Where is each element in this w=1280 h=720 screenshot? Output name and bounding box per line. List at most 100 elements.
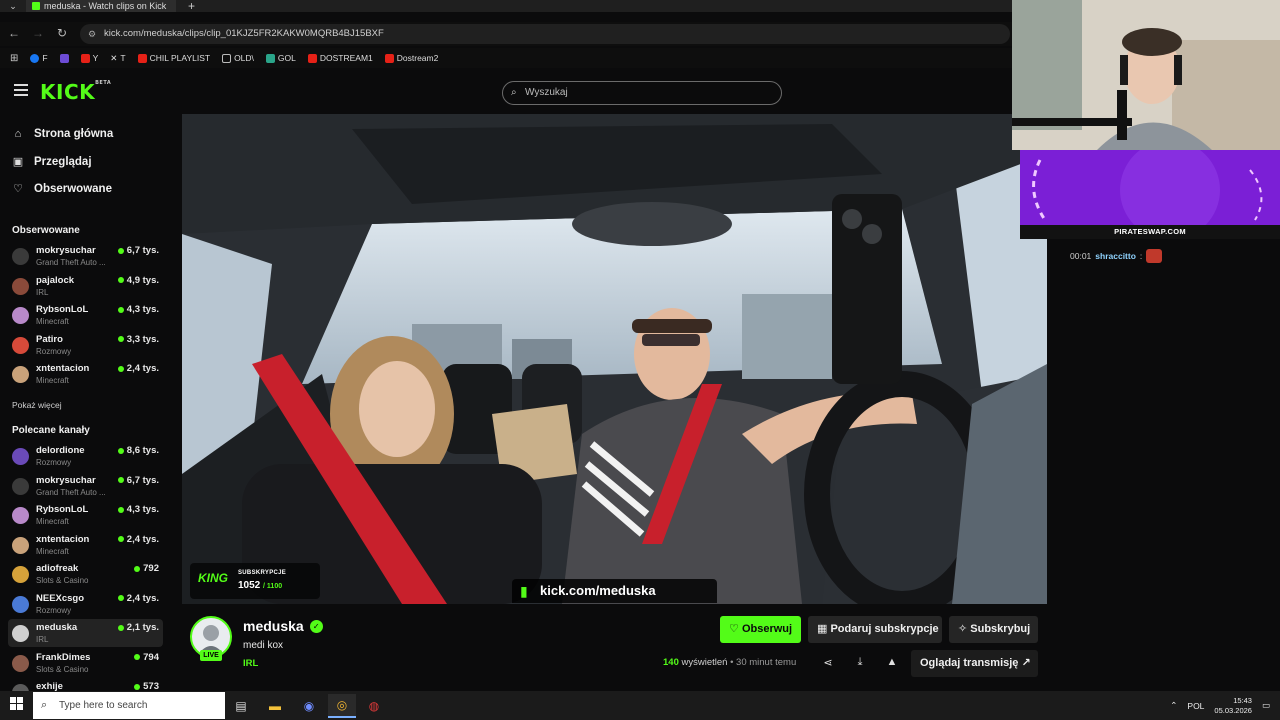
youtube-icon	[137, 53, 147, 63]
sidebar-channel-category: Grand Theft Auto ...	[36, 487, 106, 497]
tray-chevron-icon[interactable]: ⌃	[1170, 700, 1177, 711]
channel-name[interactable]: meduska ✓	[243, 618, 323, 634]
browser-tab-active[interactable]: meduska - Watch clips on Kick	[26, 0, 176, 12]
bookmark-item[interactable]: Dostream2	[384, 53, 438, 63]
promo-banner	[1020, 150, 1280, 225]
kick-k-icon: ▮	[520, 583, 528, 599]
bookmark-folder[interactable]: OLD\	[222, 53, 254, 63]
heart-icon: ♡	[13, 183, 23, 195]
sidebar-channel-name: RybsonLoL	[36, 504, 89, 515]
followed-section-title: Obserwowane	[12, 225, 80, 236]
watch-stream-button[interactable]: Oglądaj transmisję ↗	[911, 650, 1038, 677]
folder-icon	[222, 53, 232, 63]
youtube-icon	[384, 53, 394, 63]
download-icon[interactable]: ⤓	[853, 656, 867, 669]
sidebar: ⌂ Strona główna ▣ Przeglądaj ♡ Obserwowane …	[0, 114, 170, 692]
gift-icon: ▦	[817, 623, 828, 635]
king-logo: KING	[198, 571, 228, 585]
report-warning-icon[interactable]: ▲	[885, 656, 899, 668]
sidebar-channel-name: Patiro	[36, 333, 63, 345]
sidebar-channel-item[interactable]: FrankDimes Slots & Casino 794	[8, 649, 163, 677]
sidebar-channel-item[interactable]: mokrysuchar Grand Theft Auto ... 6,7 tys.	[8, 242, 163, 270]
system-tray: ⌃ POL 15:43 05.03.2026 ▭	[1170, 692, 1270, 719]
sidebar-viewer-count: 2,4 tys.	[117, 593, 159, 604]
new-tab-plus-icon[interactable]: +	[188, 0, 195, 13]
nav-following[interactable]: ♡ Obserwowane	[12, 182, 112, 196]
language-indicator[interactable]: POL	[1187, 701, 1204, 711]
sidebar-channel-item[interactable]: exhije 573	[8, 678, 163, 692]
nav-home[interactable]: ⌂ Strona główna	[12, 128, 114, 140]
share-icon[interactable]: ⋖	[821, 656, 835, 669]
apps-grid-icon[interactable]: ⊞	[10, 53, 18, 64]
forward-arrow-icon[interactable]: →	[30, 26, 46, 40]
heart-icon: ♡	[729, 623, 739, 635]
streamer-webcam-overlay	[1012, 0, 1280, 150]
banner-url-text: kick.com/meduska	[540, 583, 656, 598]
sidebar-channel-item[interactable]: xntentacion Minecraft 2,4 tys.	[8, 531, 163, 559]
taskbar-clock[interactable]: 15:43 05.03.2026	[1214, 696, 1252, 716]
chat-username[interactable]: shraccitto	[1095, 251, 1136, 261]
live-dot-icon	[117, 477, 124, 483]
back-arrow-icon[interactable]: ←	[6, 26, 22, 40]
chat-time: 00:01	[1070, 251, 1092, 261]
sidebar-channel-item[interactable]: NEEXcsgo Rozmowy 2,4 tys.	[8, 590, 163, 618]
obs-app-icon[interactable]: ◍	[360, 694, 388, 718]
channel-url-banner: ▮ kick.com/meduska	[512, 579, 717, 603]
channel-avatar-icon	[12, 448, 29, 465]
sidebar-channel-item[interactable]: xntentacion Minecraft 2,4 tys.	[8, 360, 163, 388]
menu-hamburger-icon[interactable]	[14, 84, 28, 96]
category-link[interactable]: IRL	[243, 658, 258, 669]
live-dot-icon	[117, 595, 124, 601]
sidebar-channel-item[interactable]: RybsonLoL Minecraft 4,3 tys.	[8, 501, 163, 529]
sidebar-channel-item[interactable]: RybsonLoL Minecraft 4,3 tys.	[8, 301, 163, 329]
gift-subs-button[interactable]: ▦ Podaruj subskrypcje	[808, 616, 942, 643]
video-player[interactable]	[182, 114, 1047, 604]
url-field[interactable]: ⚙ kick.com/meduska/clips/clip_01KJZ5FR2K…	[80, 24, 1010, 44]
notification-icon[interactable]: ▭	[1262, 700, 1270, 711]
sidebar-viewer-count: 6,7 tys.	[117, 245, 159, 256]
task-view-icon[interactable]: ▤	[227, 694, 255, 718]
sidebar-channel-item[interactable]: adiofreak Slots & Casino 792	[8, 560, 163, 588]
bookmark-item[interactable]: ✕ T	[110, 53, 125, 64]
show-more-link[interactable]: Pokaż więcej	[12, 400, 62, 410]
bookmark-item[interactable]: Y	[80, 53, 98, 63]
channel-avatar-icon	[12, 536, 29, 554]
file-explorer-icon[interactable]: ▬	[261, 694, 289, 718]
windows-start-icon[interactable]	[10, 697, 24, 711]
sidebar-channel-category: Grand Theft Auto ...	[36, 258, 106, 267]
twitch-icon	[59, 53, 69, 63]
sidebar-viewer-count: 4,3 tys.	[117, 304, 159, 315]
sidebar-channel-category: Minecraft	[36, 517, 69, 526]
live-dot-icon	[117, 277, 124, 283]
chat-message: 00:01 shraccitto:	[1070, 249, 1163, 263]
follow-button[interactable]: ♡ Obserwuj	[720, 616, 801, 643]
live-dot-icon	[117, 365, 124, 372]
bookmark-item[interactable]: GOL	[265, 53, 296, 63]
bookmark-item[interactable]: DOSTREAM1	[307, 53, 373, 63]
site-info-icon[interactable]: ⚙	[88, 24, 96, 44]
discord-app-icon[interactable]: ◉	[295, 694, 323, 718]
subscribe-button[interactable]: ✧ Subskrybuj	[949, 616, 1038, 643]
chrome-app-icon[interactable]: ◎	[328, 694, 356, 718]
bookmark-item[interactable]: CHIL PLAYLIST	[137, 53, 210, 63]
nav-browse[interactable]: ▣ Przeglądaj	[12, 155, 92, 169]
taskbar-search-input[interactable]: ⌕ Type here to search	[33, 692, 225, 719]
sidebar-channel-item[interactable]: delordione Rozmowy 8,6 tys.	[8, 442, 163, 470]
sidebar-channel-item[interactable]: mokrysuchar Grand Theft Auto ... 6,7 tys.	[8, 472, 163, 500]
sidebar-viewer-count: 2,4 tys.	[117, 534, 159, 545]
sidebar-channel-item[interactable]: meduska IRL 2,1 tys.	[8, 619, 163, 647]
kick-logo[interactable]: KICKBETA	[40, 80, 111, 104]
sidebar-channel-item[interactable]: Patiro Rozmowy 3,3 tys.	[8, 331, 163, 359]
sidebar-channel-item[interactable]: pajalock IRL 4,9 tys.	[8, 272, 163, 300]
search-input[interactable]: ⌕ Wyszukaj	[502, 81, 782, 105]
live-dot-icon	[134, 565, 141, 572]
reload-icon[interactable]: ↻	[54, 26, 70, 40]
bookmark-item[interactable]: F	[30, 53, 48, 63]
search-placeholder: Wyszukaj	[525, 87, 568, 98]
tab-search-chevron-icon[interactable]: ⌄	[6, 0, 20, 12]
sidebar-viewer-count: 4,3 tys.	[117, 504, 159, 515]
search-icon: ⌕	[511, 87, 517, 98]
sidebar-viewer-count: 3,3 tys.	[117, 334, 159, 345]
bookmark-item[interactable]	[59, 53, 69, 63]
sparkle-icon: ✧	[958, 623, 968, 635]
